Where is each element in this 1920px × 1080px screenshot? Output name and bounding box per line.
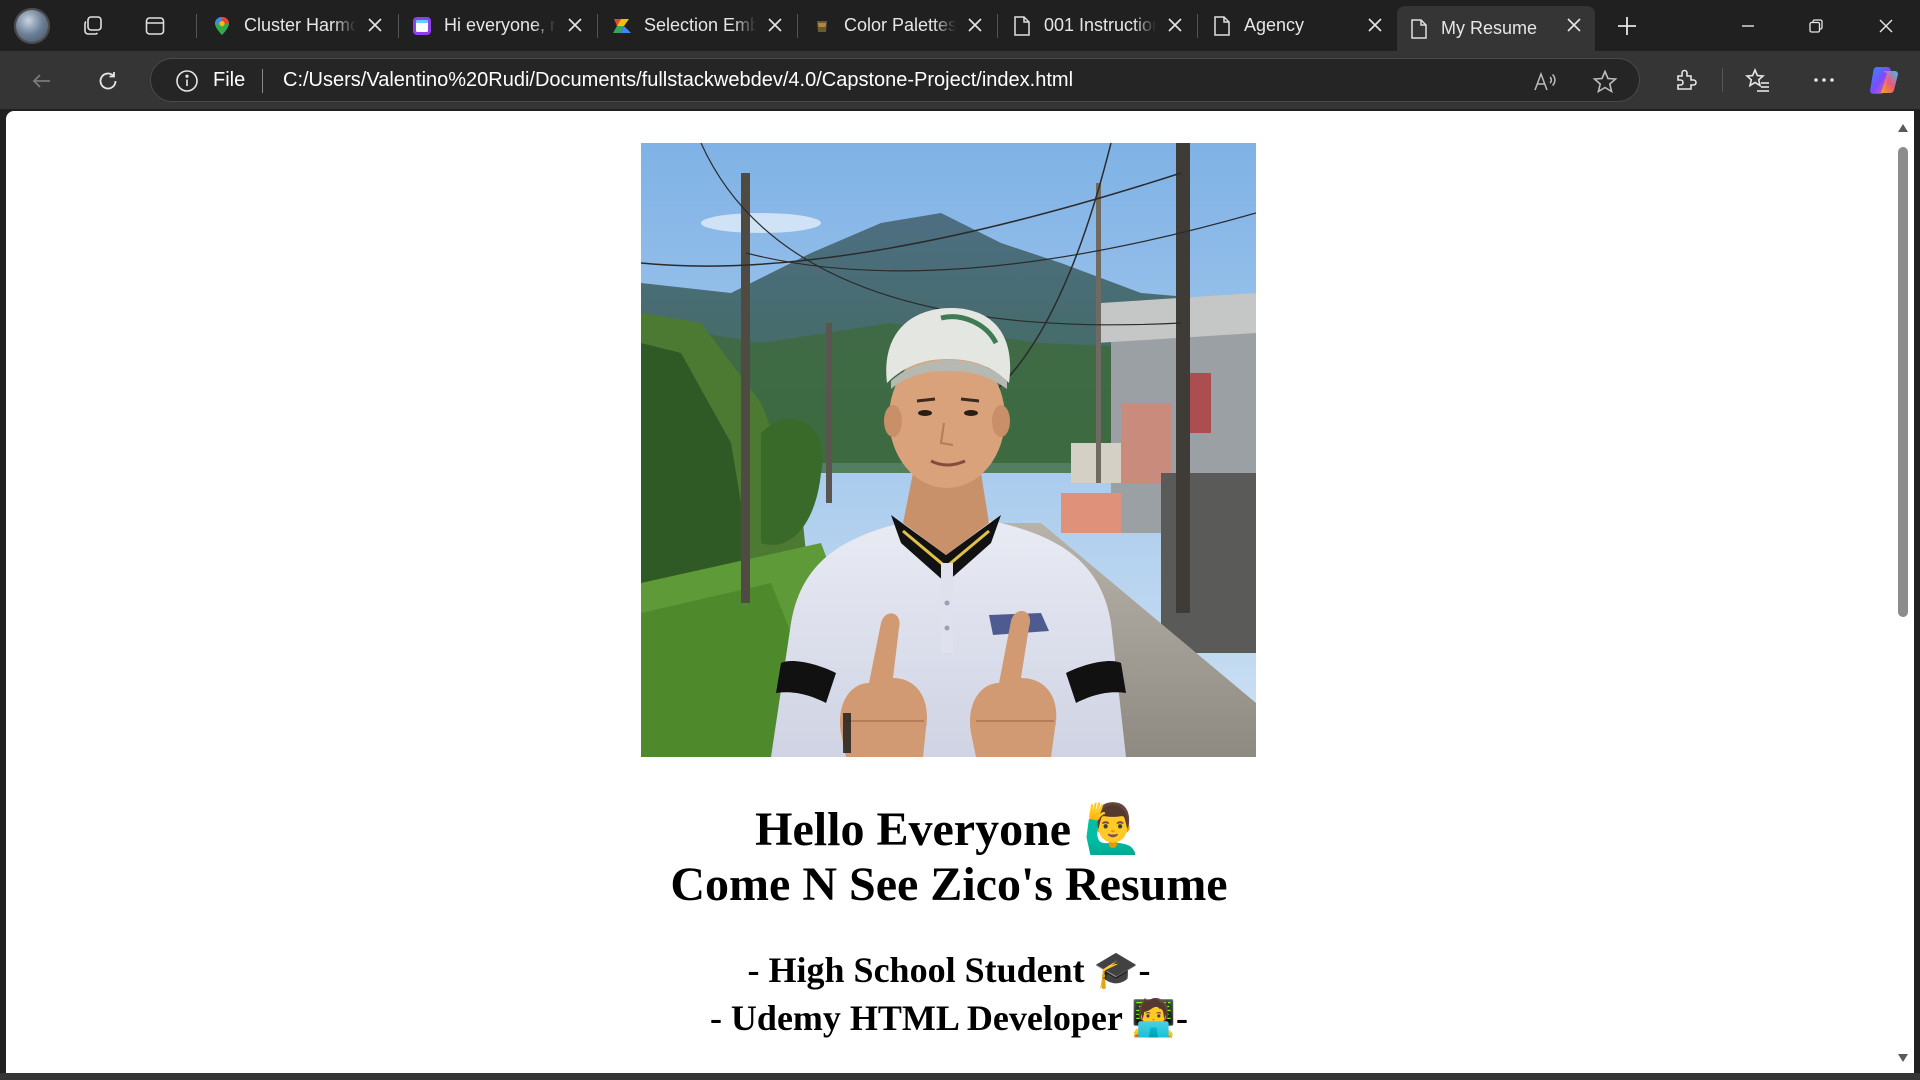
url-text[interactable]: C:/Users/Valentino%20Rudi/Documents/full…	[283, 69, 1073, 92]
graduation-cap-emoji-icon: 🎓	[1093, 950, 1139, 991]
toolbar-divider	[1722, 68, 1723, 92]
tab-agency[interactable]: Agency	[1200, 6, 1396, 45]
resume-title: Come N See Zico's Resume	[670, 858, 1228, 911]
address-toolbar: File C:/Users/Valentino%20Rudi/Documents…	[0, 51, 1920, 109]
role-suffix: -	[1176, 998, 1189, 1038]
role-line-student: - High School Student 🎓-	[6, 948, 1892, 993]
profile-photo	[641, 143, 1256, 757]
document-icon	[1012, 15, 1032, 36]
back-arrow-icon[interactable]	[22, 61, 62, 101]
restore-icon[interactable]	[1782, 0, 1850, 51]
tab-title: Cluster Harmonic	[244, 15, 356, 35]
close-tab-icon[interactable]	[366, 16, 384, 34]
tab-title: Hi everyone, my	[444, 15, 556, 35]
tab-separator	[797, 14, 798, 38]
close-tab-icon[interactable]	[766, 16, 784, 34]
new-tab-icon[interactable]	[1610, 10, 1644, 42]
tab-bar: Cluster Harmonic Hi everyone, my	[0, 0, 1920, 51]
page-scrollbar[interactable]	[1892, 111, 1914, 1073]
close-tab-icon[interactable]	[1565, 16, 1583, 34]
tab-title: 001 Instructions	[1044, 15, 1156, 35]
role-line-developer: - Udemy HTML Developer 🧑‍💻-	[6, 996, 1892, 1041]
close-tab-icon[interactable]	[1366, 16, 1384, 34]
address-divider	[262, 69, 263, 93]
tab-my-resume[interactable]: My Resume	[1397, 6, 1595, 51]
tab-separator	[1197, 14, 1198, 38]
close-window-icon[interactable]	[1852, 0, 1920, 51]
tab-cluster-harmonic[interactable]: Cluster Harmonic	[200, 6, 396, 45]
read-aloud-icon[interactable]	[1531, 68, 1559, 96]
more-options-icon[interactable]	[1806, 62, 1842, 98]
tab-001-instructions[interactable]: 001 Instructions	[1000, 6, 1196, 45]
technologist-emoji-icon: 🧑‍💻	[1131, 998, 1177, 1039]
favorites-list-icon[interactable]	[1740, 62, 1776, 98]
profile-avatar[interactable]	[14, 8, 50, 44]
scheme-label: File	[213, 69, 246, 91]
maps-pin-icon	[212, 16, 232, 36]
greeting-heading: Hello Everyone 🙋‍♂️	[6, 801, 1892, 858]
minimize-icon[interactable]	[1714, 0, 1782, 51]
tab-color-palettes[interactable]: Color Palettes	[800, 6, 996, 45]
tab-title: Selection Embed	[644, 15, 756, 35]
palette-icon	[812, 16, 832, 36]
tab-title: Color Palettes	[844, 15, 956, 35]
window-bottom-edge	[0, 1073, 1920, 1080]
tab-selection-embed[interactable]: Selection Embed	[600, 6, 796, 45]
extensions-icon[interactable]	[1668, 62, 1704, 98]
page-viewport: Hello Everyone 🙋‍♂️ Come N See Zico's Re…	[6, 111, 1892, 1073]
tab-separator	[597, 14, 598, 38]
site-info-icon[interactable]	[175, 69, 199, 93]
document-icon	[1212, 15, 1232, 36]
document-icon	[1409, 18, 1429, 39]
tab-separator	[997, 14, 998, 38]
tab-title: Agency	[1244, 15, 1305, 35]
workspaces-icon[interactable]	[76, 10, 110, 42]
tab-hi-everyone[interactable]: Hi everyone, my	[400, 6, 596, 45]
favorite-star-icon[interactable]	[1591, 68, 1619, 96]
role-suffix: -	[1138, 950, 1151, 990]
role-text: - Udemy HTML Developer	[709, 998, 1123, 1038]
close-tab-icon[interactable]	[966, 16, 984, 34]
refresh-icon[interactable]	[88, 61, 128, 101]
scrollbar-thumb[interactable]	[1898, 147, 1908, 617]
close-tab-icon[interactable]	[566, 16, 584, 34]
google-slides-icon	[612, 16, 632, 36]
copilot-icon[interactable]	[1866, 62, 1902, 98]
address-bar[interactable]: File C:/Users/Valentino%20Rudi/Documents…	[150, 58, 1640, 102]
tab-separator	[196, 14, 197, 38]
raising-hand-emoji-icon: 🙋‍♂️	[1083, 801, 1143, 857]
role-text: - High School Student	[747, 950, 1085, 990]
scroll-down-arrow-icon[interactable]	[1897, 1051, 1909, 1063]
tab-separator	[398, 14, 399, 38]
tab-actions-icon[interactable]	[138, 10, 172, 42]
greeting-text: Hello Everyone	[755, 803, 1072, 856]
close-tab-icon[interactable]	[1166, 16, 1184, 34]
scroll-up-arrow-icon[interactable]	[1897, 121, 1909, 133]
calendar-app-icon	[412, 16, 432, 36]
tab-title: My Resume	[1441, 18, 1538, 38]
